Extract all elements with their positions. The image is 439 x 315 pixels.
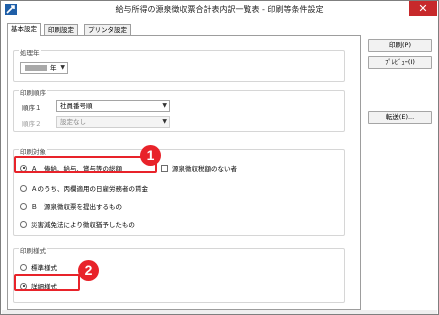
- close-button[interactable]: ✕: [409, 1, 437, 16]
- chevron-down-icon: ▼: [162, 118, 167, 125]
- year-suffix: 年: [50, 64, 57, 72]
- group-print-order: 印刷順序 順序１ 社員番号順 ▼ 順序２ 設定なし ▼: [13, 87, 345, 132]
- year-value-redacted: [25, 65, 47, 71]
- order2-select[interactable]: 設定なし ▼: [56, 116, 170, 128]
- callout-badge-2: 2: [78, 260, 99, 281]
- order2-label: 順序２: [22, 120, 42, 128]
- group-legend: 処理年: [19, 47, 41, 57]
- radio-indicator: [20, 220, 27, 228]
- app-icon: [5, 4, 17, 15]
- radio-indicator: [20, 202, 27, 210]
- order2-value: 設定なし: [60, 118, 86, 126]
- checkbox-indicator: [161, 164, 168, 172]
- checkbox-no-withholding[interactable]: 源泉徴収税額のない者: [161, 163, 237, 173]
- radio-label: 標準様式: [31, 264, 57, 272]
- radio-indicator: [20, 263, 27, 271]
- radio-target-a-day-laborer[interactable]: Ａのうち、丙欄適用の日雇労務者の賃金: [20, 183, 148, 193]
- dialog-window: 給与所得の源泉徴収票合計表内訳一覧表 - 印刷等条件設定 ✕ 基本設定 印刷設定…: [0, 0, 439, 315]
- preview-button[interactable]: ﾌﾟﾚﾋﾞｭｰ(I): [368, 56, 432, 69]
- radio-style-standard[interactable]: 標準様式: [20, 262, 57, 272]
- callout-highlight-2: [14, 274, 80, 291]
- group-processing-year: 処理年 年 ▼: [13, 47, 345, 82]
- callout-highlight-1: [14, 156, 157, 173]
- radio-target-b-submit[interactable]: Ｂ 源泉徴収票を提出するもの: [20, 201, 122, 211]
- radio-label: Ａのうち、丙欄適用の日雇労務者の賃金: [31, 185, 148, 193]
- year-select[interactable]: 年 ▼: [20, 62, 68, 74]
- order1-label: 順序１: [22, 104, 42, 112]
- callout-badge-1: 1: [140, 145, 161, 166]
- radio-label: Ｂ 源泉徴収票を提出するもの: [31, 203, 122, 211]
- order1-select[interactable]: 社員番号順 ▼: [56, 100, 170, 112]
- title-bar: 給与所得の源泉徴収票合計表内訳一覧表 - 印刷等条件設定 ✕: [1, 1, 438, 18]
- radio-indicator: [20, 184, 27, 192]
- chevron-down-icon: ▼: [162, 102, 167, 109]
- group-legend: 印刷対象: [19, 146, 47, 156]
- print-button[interactable]: 印刷(P): [368, 39, 432, 52]
- group-legend: 印刷様式: [19, 245, 47, 255]
- chevron-down-icon: ▼: [60, 64, 65, 71]
- checkbox-label: 源泉徴収税額のない者: [172, 165, 237, 173]
- radio-target-disaster[interactable]: 災害減免法により徴収猶予したもの: [20, 219, 135, 229]
- status-strip: [2, 310, 437, 314]
- order1-value: 社員番号順: [60, 102, 93, 110]
- radio-label: 災害減免法により徴収猶予したもの: [31, 221, 135, 229]
- window-title: 給与所得の源泉徴収票合計表内訳一覧表 - 印刷等条件設定: [115, 5, 324, 14]
- transfer-button[interactable]: 転送(E)...: [368, 111, 432, 124]
- tab-basic-settings[interactable]: 基本設定: [7, 23, 41, 36]
- group-legend: 印刷順序: [19, 87, 47, 97]
